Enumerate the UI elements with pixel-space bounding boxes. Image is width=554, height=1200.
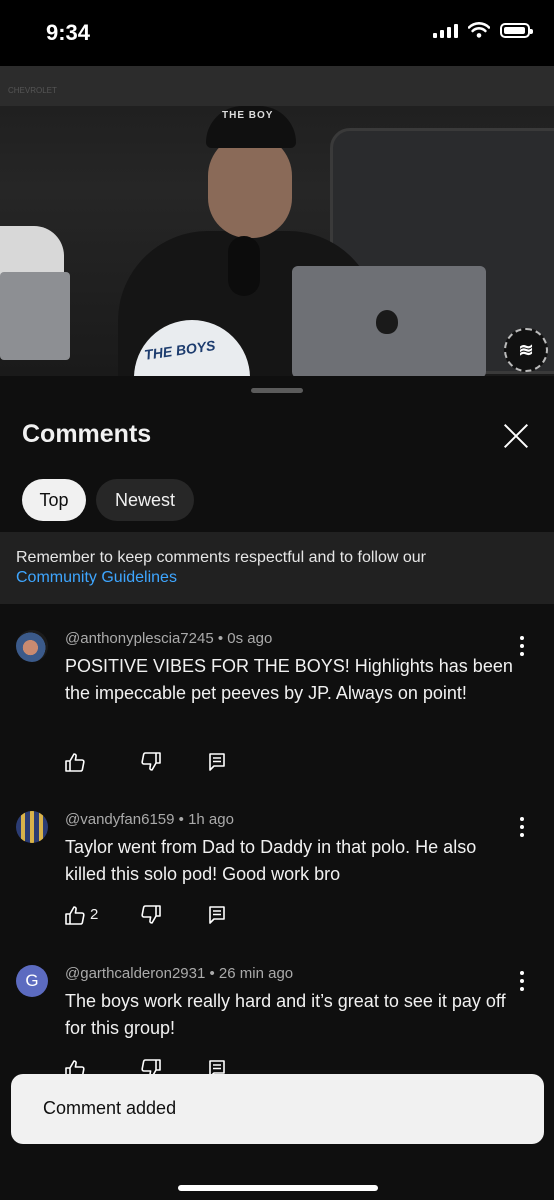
comment-author[interactable]: @anthonyplescia7245 [65,630,214,647]
battery-icon [500,22,533,38]
close-icon[interactable] [500,420,532,452]
avatar[interactable]: G [16,965,48,997]
comment-text: POSITIVE VIBES FOR THE BOYS! Highlights … [65,656,513,703]
community-notice: Remember to keep comments respectful and… [0,532,554,604]
filter-chip-newest[interactable]: Newest [96,479,194,521]
thumbs-up-icon [65,906,85,925]
status-bar: 9:34 [0,0,554,66]
comment-text: The boys work really hard and it’s great… [65,991,506,1038]
thumbs-down-icon [141,752,161,771]
home-indicator[interactable] [178,1185,378,1191]
more-options-icon[interactable] [510,969,534,993]
video-hat-text: THE BOY [222,110,274,121]
thumbs-up-icon [65,753,85,772]
dislike-button[interactable] [140,752,162,772]
comment-actions: 2 [64,905,264,927]
reply-icon [209,753,225,771]
avatar[interactable] [16,811,48,843]
dislike-button[interactable] [140,905,162,925]
toast-message: Comment added [43,1098,177,1118]
avatar[interactable] [16,630,48,662]
reply-icon [209,906,225,924]
video-player[interactable]: CHEVROLET THE BOY THE BOYS ≋ [0,66,554,376]
comments-title: Comments [22,420,152,448]
comment-actions [64,752,264,774]
like-button[interactable] [64,752,86,772]
video-watermark: CHEVROLET [8,86,57,95]
reply-button[interactable] [208,905,226,925]
community-guidelines-link[interactable]: Community Guidelines [16,569,177,587]
like-button[interactable]: 2 [64,905,98,925]
reply-button[interactable] [208,752,226,772]
status-icons [433,22,533,38]
comment-meta: @anthonyplescia7245 • 0s ago [65,630,273,647]
wifi-icon [468,22,490,38]
comment-meta: @vandyfan6159 • 1h ago [65,811,234,828]
more-options-icon[interactable] [510,815,534,839]
more-options-icon[interactable] [510,634,534,658]
comment-time: 26 min ago [218,965,294,982]
comment-time: 1h ago [188,811,234,828]
channel-logo-icon: ≋ [504,328,548,372]
comment-author[interactable]: @garthcalderon2931 [65,965,205,982]
cellular-signal-icon [433,22,458,38]
drag-handle[interactable] [251,388,303,393]
thumbs-down-icon [141,905,161,924]
comment-time: 0s ago [227,630,273,647]
like-count: 2 [90,906,99,923]
toast-notification: Comment added [11,1074,544,1144]
notice-text: Remember to keep comments respectful and… [16,549,426,566]
comment-meta: @garthcalderon2931 • 26 min ago [65,965,294,982]
comment-author[interactable]: @vandyfan6159 [65,811,174,828]
status-time: 9:34 [46,20,91,45]
filter-chip-top[interactable]: Top [22,479,86,521]
comment-text: Taylor went from Dad to Daddy in that po… [65,837,477,884]
